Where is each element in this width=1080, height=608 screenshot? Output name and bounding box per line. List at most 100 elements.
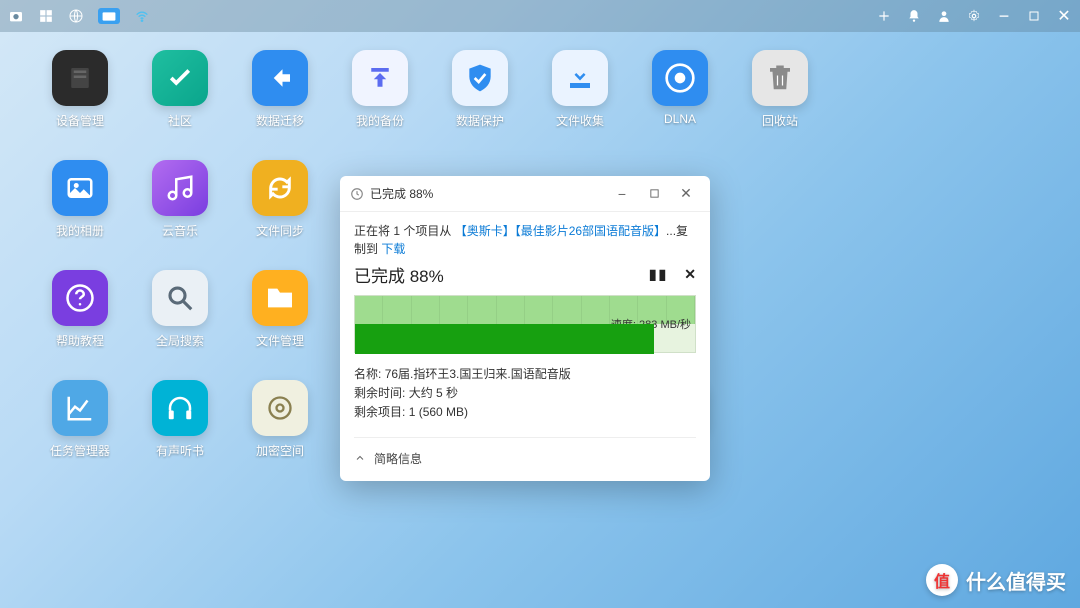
lock-icon [252, 380, 308, 436]
dialog-title: 已完成 88% [350, 185, 608, 202]
copy-source-text: 正在将 1 个项目从 【奥斯卡】【最佳影片26部国语配音版】...复制到 下载 [354, 222, 696, 258]
app-帮助教程[interactable]: 帮助教程 [30, 270, 130, 380]
app-我的备份[interactable]: 我的备份 [330, 50, 430, 160]
app-label: 数据保护 [456, 112, 504, 129]
image-icon [52, 160, 108, 216]
name-val: 76届.指环王3.国王归来.国语配音版 [385, 367, 571, 381]
app-有声听书[interactable]: 有声听书 [130, 380, 230, 490]
app-数据迁移[interactable]: 数据迁移 [230, 50, 330, 160]
remain-items-val: 1 (560 MB) [409, 405, 468, 419]
user-icon[interactable] [936, 8, 952, 24]
details-toggle-label: 简略信息 [374, 450, 422, 467]
topbar: − ✕ [0, 0, 1080, 32]
app-任务管理器[interactable]: 任务管理器 [30, 380, 130, 490]
upload-icon [352, 50, 408, 106]
progress-bar: 速度: 283 MB/秒 [354, 295, 696, 353]
app-社区[interactable]: 社区 [130, 50, 230, 160]
remain-time-key: 剩余时间: [354, 386, 405, 400]
dialog-title-text: 已完成 88% [370, 185, 433, 202]
app-label: 数据迁移 [256, 112, 304, 129]
window-icon[interactable] [98, 8, 120, 24]
app-文件管理[interactable]: 文件管理 [230, 270, 330, 380]
globe-icon[interactable] [68, 8, 84, 24]
dlna-icon [652, 50, 708, 106]
headphone-icon [152, 380, 208, 436]
app-文件同步[interactable]: 文件同步 [230, 160, 330, 270]
copy-dest-link[interactable]: 下载 [381, 242, 405, 256]
app-回收站[interactable]: 回收站 [730, 50, 830, 160]
app-label: 全局搜索 [156, 332, 204, 349]
shield-icon [452, 50, 508, 106]
sync-icon [252, 160, 308, 216]
topbar-right: − ✕ [876, 8, 1072, 24]
watermark-badge: 值 [926, 564, 958, 596]
app-label: 回收站 [762, 112, 798, 129]
bell-icon[interactable] [906, 8, 922, 24]
name-key: 名称: [354, 367, 381, 381]
app-文件收集[interactable]: 文件收集 [530, 50, 630, 160]
app-label: 文件收集 [556, 112, 604, 129]
app-label: 我的相册 [56, 222, 104, 239]
help-icon [52, 270, 108, 326]
app-label: 文件管理 [256, 332, 304, 349]
cancel-button[interactable]: ✕ [684, 266, 696, 283]
pause-button[interactable]: ▮▮ [649, 266, 668, 283]
app-数据保护[interactable]: 数据保护 [430, 50, 530, 160]
file-copy-dialog: 已完成 88% − ✕ 正在将 1 个项目从 【奥斯卡】【最佳影片26部国语配音… [340, 176, 710, 481]
check-icon [152, 50, 208, 106]
clock-icon [350, 187, 364, 201]
progress-title-row: 已完成 88% ▮▮ ✕ [354, 262, 696, 287]
app-label: 文件同步 [256, 222, 304, 239]
trash-icon [752, 50, 808, 106]
progress-bar-fill [355, 324, 654, 354]
file-info: 名称: 76届.指环王3.国王归来.国语配音版 剩余时间: 大约 5 秒 剩余项… [354, 365, 696, 423]
dialog-minimize-button[interactable]: − [608, 180, 636, 208]
resize-icon[interactable] [876, 8, 892, 24]
app-全局搜索[interactable]: 全局搜索 [130, 270, 230, 380]
dialog-maximize-button[interactable] [640, 180, 668, 208]
progress-controls: ▮▮ ✕ [649, 266, 696, 283]
grid-icon[interactable] [38, 8, 54, 24]
watermark-text: 什么值得买 [966, 566, 1066, 595]
app-label: 设备管理 [56, 112, 104, 129]
app-云音乐[interactable]: 云音乐 [130, 160, 230, 270]
copy-prefix: 正在将 1 个项目从 [354, 224, 451, 238]
progress-title: 已完成 88% [354, 262, 444, 287]
dialog-window-controls: − ✕ [608, 180, 700, 208]
topbar-left [8, 8, 150, 24]
server-icon [52, 50, 108, 106]
dialog-body: 正在将 1 个项目从 【奥斯卡】【最佳影片26部国语配音版】...复制到 下载 … [340, 212, 710, 481]
details-toggle[interactable]: 简略信息 [354, 437, 696, 467]
remain-time-val: 大约 5 秒 [409, 386, 458, 400]
app-label: 帮助教程 [56, 332, 104, 349]
dialog-titlebar[interactable]: 已完成 88% − ✕ [340, 176, 710, 212]
app-label: 有声听书 [156, 442, 204, 459]
chart-icon [52, 380, 108, 436]
folder-icon [252, 270, 308, 326]
search-icon [152, 270, 208, 326]
app-label: DLNA [664, 112, 696, 126]
app-label: 社区 [168, 112, 192, 129]
app-设备管理[interactable]: 设备管理 [30, 50, 130, 160]
watermark: 值 什么值得买 [926, 564, 1066, 596]
dialog-close-button[interactable]: ✕ [672, 180, 700, 208]
app-label: 加密空间 [256, 442, 304, 459]
app-我的相册[interactable]: 我的相册 [30, 160, 130, 270]
music-icon [152, 160, 208, 216]
minimize-icon[interactable]: − [996, 8, 1012, 24]
app-label: 任务管理器 [50, 442, 110, 459]
app-DLNA[interactable]: DLNA [630, 50, 730, 160]
maximize-icon[interactable] [1026, 8, 1042, 24]
chevron-up-icon [354, 452, 366, 464]
progress-bar-buffer: 速度: 283 MB/秒 [355, 296, 695, 324]
camera-icon[interactable] [8, 8, 24, 24]
wifi-icon[interactable] [134, 8, 150, 24]
app-label: 我的备份 [356, 112, 404, 129]
app-label: 云音乐 [162, 222, 198, 239]
gear-icon[interactable] [966, 8, 982, 24]
copy-source-link[interactable]: 【奥斯卡】【最佳影片26部国语配音版】 [455, 224, 666, 238]
arrow-left-icon [252, 50, 308, 106]
app-加密空间[interactable]: 加密空间 [230, 380, 330, 490]
close-icon[interactable]: ✕ [1056, 8, 1072, 24]
remain-items-key: 剩余项目: [354, 405, 405, 419]
